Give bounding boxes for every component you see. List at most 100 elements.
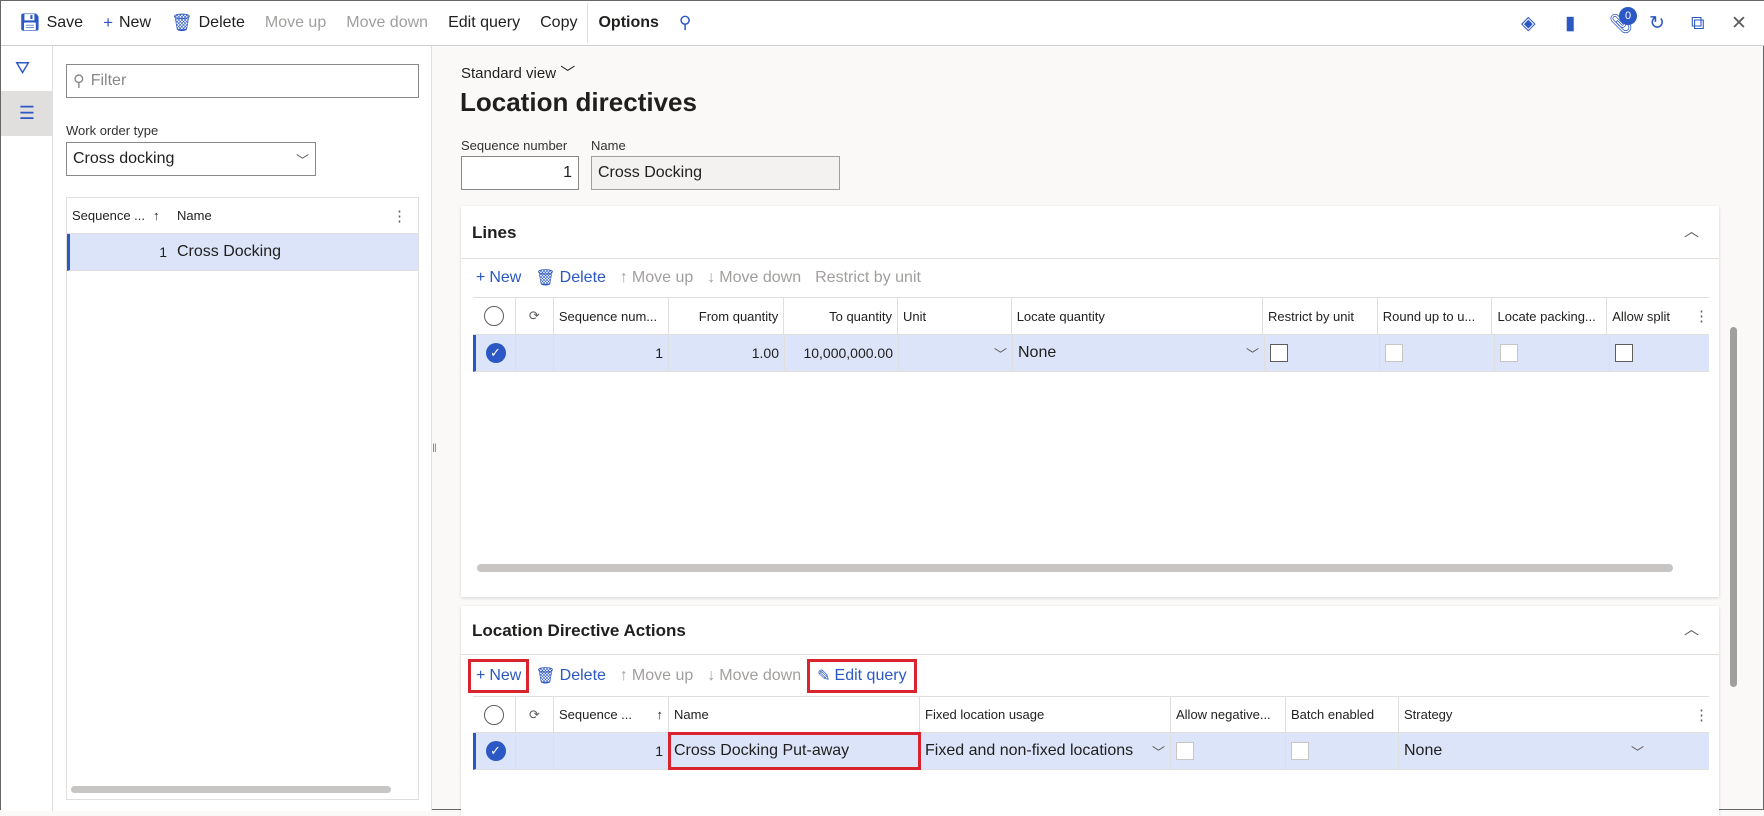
table-row[interactable]: ✓ 1 1.00 10,000,000.00 ﹀ None ﹀ — [473, 335, 1709, 372]
sequence-number-input[interactable]: 1 — [461, 156, 579, 190]
name-label: Name — [591, 138, 626, 153]
new-button[interactable]: + New — [93, 1, 161, 46]
lines-restrict-by-unit-button[interactable]: Restrict by unit — [808, 262, 928, 294]
label: Delete — [559, 667, 606, 684]
vertical-scrollbar[interactable] — [1730, 327, 1737, 687]
collapse-icon[interactable]: ︿ — [1684, 618, 1699, 639]
work-order-type-select[interactable]: Cross docking ﹀ — [66, 142, 316, 176]
list-item[interactable]: 1 Cross Docking — [67, 234, 418, 271]
strategy-select[interactable]: None ﹀ — [1399, 733, 1649, 769]
to-qty-cell[interactable]: 10,000,000.00 — [785, 335, 899, 371]
filter-icon[interactable]: ⛛ — [15, 58, 30, 79]
fixed-location-usage-select[interactable]: Fixed and non-fixed locations ﹀ — [920, 733, 1171, 769]
actions-move-down-button[interactable]: ↓ Move down — [700, 660, 808, 692]
lines-delete-button[interactable]: 🗑︎ Delete — [528, 262, 613, 294]
col-header-sequence[interactable]: Sequence ... ↑ — [554, 697, 669, 732]
col-header-name[interactable]: Name — [172, 198, 392, 233]
col-header[interactable]: Fixed location usage — [920, 697, 1171, 732]
save-button[interactable]: 💾︎ Save — [9, 1, 93, 46]
refresh-icon[interactable]: ↻ — [1649, 1, 1665, 46]
select-all-radio[interactable] — [473, 298, 516, 334]
name-input[interactable]: Cross Docking — [591, 156, 840, 190]
save-label: Save — [46, 14, 84, 31]
refresh-icon[interactable]: ⟳ — [516, 298, 554, 334]
col-header[interactable]: Allow negative... — [1171, 697, 1286, 732]
close-icon[interactable]: ✕ — [1731, 1, 1747, 46]
list-item-seq: 1 — [159, 244, 167, 260]
filter-placeholder: Filter — [90, 72, 127, 89]
col-header[interactable]: Name — [669, 697, 920, 732]
col-header-sequence[interactable]: Sequence ... ↑ — [67, 198, 172, 233]
restrict-by-unit-checkbox[interactable] — [1265, 335, 1380, 371]
lines-new-button[interactable]: + New — [469, 262, 528, 294]
collapse-icon[interactable]: ︿ — [1684, 220, 1699, 241]
arrow-down-icon: ↓ — [707, 667, 716, 684]
row-selected-check[interactable]: ✓ — [476, 733, 516, 769]
divider — [461, 258, 1719, 259]
table-row[interactable]: ✓ 1 Cross Docking Put-away Fixed and non… — [473, 732, 1709, 770]
locate-packing-checkbox[interactable] — [1495, 335, 1610, 371]
trash-icon: 🗑︎ — [171, 13, 193, 32]
col-header[interactable]: Allow split — [1607, 298, 1694, 334]
seq-cell[interactable]: 1 — [554, 733, 669, 769]
allow-negative-checkbox[interactable] — [1171, 733, 1286, 769]
label: Move up — [631, 269, 694, 286]
chevron-down-icon: ﹀ — [1630, 744, 1644, 760]
splitter-handle[interactable]: ‖ — [432, 441, 437, 455]
locate-quantity-select[interactable]: None ﹀ — [1013, 335, 1265, 371]
horizontal-scrollbar[interactable] — [71, 786, 391, 793]
search-icon[interactable]: ⚲ — [669, 1, 701, 46]
refresh-icon[interactable]: ⟳ — [516, 697, 554, 732]
col-header[interactable]: Batch enabled — [1286, 697, 1399, 732]
col-header[interactable]: To quantity — [784, 298, 898, 334]
header-label: Sequence ... — [559, 707, 632, 722]
more-icon[interactable]: ⋮ — [1694, 706, 1709, 724]
from-qty-cell[interactable]: 1.00 — [669, 335, 785, 371]
row-selected-check[interactable]: ✓ — [476, 335, 516, 371]
col-header[interactable]: Round up to u... — [1378, 298, 1493, 334]
usage-value: Fixed and non-fixed locations — [925, 742, 1134, 759]
view-selector[interactable]: Standard view ﹀ — [461, 62, 575, 83]
move-down-button[interactable]: Move down — [336, 1, 438, 46]
col-header[interactable]: Locate quantity — [1012, 298, 1264, 334]
action-pane: 💾︎ Save + New 🗑︎ Delete Move up Move down E… — [1, 1, 1764, 46]
lines-move-up-button[interactable]: ↑ Move up — [613, 262, 700, 294]
actions-title: Location Directive Actions — [472, 621, 686, 640]
batch-enabled-checkbox[interactable] — [1286, 733, 1399, 769]
power-apps-icon[interactable]: ◈ — [1521, 1, 1536, 46]
select-all-radio[interactable] — [473, 697, 516, 732]
col-header[interactable]: Locate packing... — [1492, 298, 1608, 334]
edit-query-button[interactable]: Edit query — [438, 1, 530, 46]
name-cell[interactable]: Cross Docking Put-away — [668, 732, 921, 770]
delete-button[interactable]: 🗑︎ Delete — [161, 1, 255, 46]
header-label: Sequence ... — [72, 208, 145, 223]
col-header[interactable]: Unit — [898, 298, 1012, 334]
col-header[interactable]: From quantity — [669, 298, 785, 334]
allow-split-checkbox[interactable] — [1610, 335, 1709, 371]
more-icon[interactable]: ⋮ — [1694, 307, 1709, 325]
options-tab[interactable]: Options — [588, 1, 668, 46]
actions-new-button[interactable]: + New — [467, 659, 530, 693]
actions-edit-query-button[interactable]: ✎ Edit query — [807, 659, 917, 693]
move-up-button[interactable]: Move up — [255, 1, 336, 46]
grid-header: ⟳ Sequence ... ↑ Name Fixed location usag… — [473, 697, 1709, 733]
label: Delete — [559, 269, 606, 286]
unit-select[interactable]: ﹀ — [899, 335, 1013, 371]
actions-move-up-button[interactable]: ↑ Move up — [613, 660, 700, 692]
horizontal-scrollbar[interactable] — [477, 564, 1673, 572]
seq-cell[interactable]: 1 — [554, 335, 669, 371]
round-up-checkbox[interactable] — [1380, 335, 1495, 371]
col-header[interactable]: Strategy — [1399, 697, 1694, 732]
copy-button[interactable]: Copy — [530, 1, 587, 46]
col-header[interactable]: Restrict by unit — [1263, 298, 1378, 334]
attachments-icon[interactable]: 📎︎ 0 — [1609, 1, 1637, 46]
filter-input[interactable]: ⚲ Filter — [66, 64, 419, 98]
list-icon[interactable]: ☰ — [1, 91, 53, 136]
open-new-window-icon[interactable]: ⧉ — [1691, 1, 1705, 46]
lines-move-down-button[interactable]: ↓ Move down — [700, 262, 808, 294]
more-icon[interactable]: ⋮ — [392, 207, 407, 225]
actions-delete-button[interactable]: 🗑︎ Delete — [528, 660, 613, 692]
lines-section: Lines ︿ + New 🗑︎ Delete ↑ Move up ↓ Move dow… — [461, 206, 1719, 597]
office-icon[interactable]: ▮ — [1565, 1, 1575, 46]
col-header[interactable]: Sequence num... — [554, 298, 669, 334]
